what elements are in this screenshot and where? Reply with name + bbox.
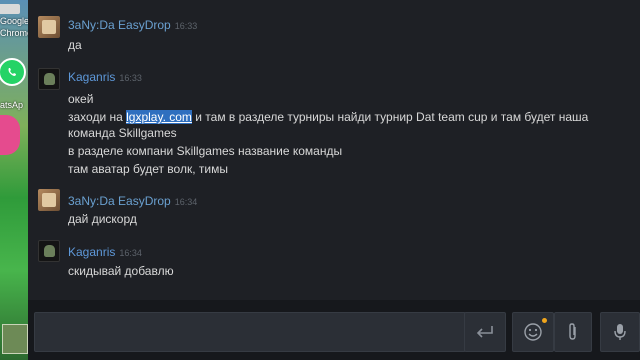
message-time: 16:34 xyxy=(174,197,198,207)
desktop-background: Google Chrome atsAp xyxy=(0,0,28,360)
sender-name-text[interactable]: Kaganris xyxy=(68,70,115,84)
desktop-label-whatsapp[interactable]: atsAp xyxy=(0,100,23,110)
sender-name[interactable]: 3aNy:Da EasyDrop 16:33 xyxy=(68,18,197,32)
sender-name-text[interactable]: 3aNy:Da EasyDrop xyxy=(68,18,171,32)
send-button[interactable] xyxy=(464,312,506,352)
chat-message-input[interactable] xyxy=(34,312,466,352)
sender-name[interactable]: Kaganris 16:34 xyxy=(68,245,142,259)
message-time: 16:33 xyxy=(174,21,198,31)
desktop-thumbnail-icon[interactable] xyxy=(2,324,28,354)
sender-name[interactable]: Kaganris 16:33 xyxy=(68,70,142,84)
desktop-decoration xyxy=(0,115,20,155)
desktop-label-google[interactable]: Google xyxy=(0,16,28,26)
avatar[interactable] xyxy=(38,68,60,90)
message-text: заходи на xyxy=(68,110,127,124)
attach-button[interactable] xyxy=(554,312,592,352)
message-line: там аватар будет волк, тимы xyxy=(68,162,228,176)
chat-input-bar xyxy=(28,300,640,360)
paperclip-icon xyxy=(569,323,576,340)
message-time: 16:34 xyxy=(119,248,142,258)
whatsapp-icon[interactable] xyxy=(0,58,26,86)
message-line: в разделе компани Skillgames название ко… xyxy=(68,144,343,158)
sender-name[interactable]: 3aNy:Da EasyDrop 16:34 xyxy=(68,194,197,208)
notification-dot xyxy=(542,318,547,323)
avatar[interactable] xyxy=(38,240,60,262)
chat-log[interactable]: 3aNy:Da EasyDrop 16:33 да Kaganris 16:33 о… xyxy=(28,0,640,300)
sender-name-text[interactable]: 3aNy:Da EasyDrop xyxy=(68,194,171,208)
message-text: и там в разделе турниры найди турнир Dat… xyxy=(191,110,589,124)
message-line: скидывай добавлю xyxy=(68,264,174,278)
avatar[interactable] xyxy=(38,16,60,38)
desktop-shortcut-frame xyxy=(0,4,20,14)
message-line: окей xyxy=(68,92,94,106)
smiley-icon xyxy=(524,323,542,341)
message-link[interactable]: lgxplay. com xyxy=(126,110,192,124)
voice-button[interactable] xyxy=(600,312,640,352)
sender-name-text[interactable]: Kaganris xyxy=(68,245,115,259)
message-time: 16:33 xyxy=(119,73,142,83)
desktop-label-chrome[interactable]: Chrome xyxy=(0,28,28,38)
message-line: дай дискорд xyxy=(68,212,137,226)
avatar[interactable] xyxy=(38,189,60,211)
enter-icon xyxy=(476,326,493,338)
message-line: заходи на lgxplay. com и там в разделе т… xyxy=(68,110,588,124)
emoticon-button[interactable] xyxy=(512,312,554,352)
microphone-icon xyxy=(614,324,626,340)
message-line: команда Skillgames xyxy=(68,126,177,140)
message-line: да xyxy=(68,38,82,52)
